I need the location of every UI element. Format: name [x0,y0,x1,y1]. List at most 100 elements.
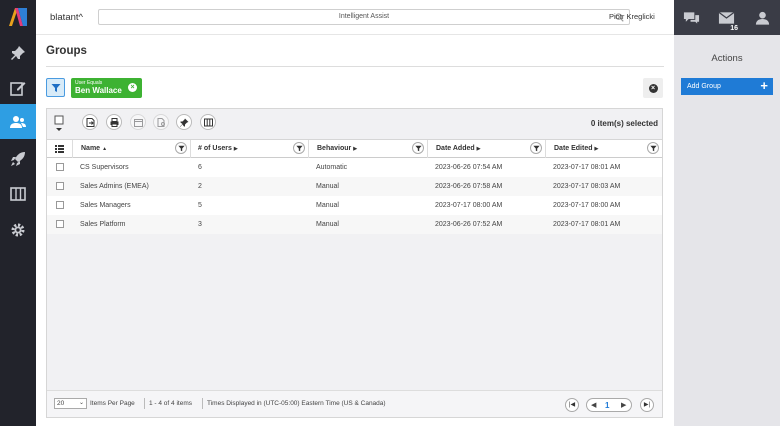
nav-groups-icon[interactable] [0,104,36,139]
cell-date-edited: 2023-07-17 08:03 AM [553,183,621,190]
table-row[interactable]: Sales Platform 3 Manual 2023-06-26 07:52… [47,215,662,234]
page-size-select[interactable]: 20 ⌄ [54,398,87,409]
cell-behaviour: Manual [316,202,339,209]
column-filter-icon[interactable] [412,142,424,154]
nav-pin-icon[interactable] [0,35,36,70]
cell-users: 2 [198,183,202,190]
add-group-label: Add Group [687,83,721,90]
table-row[interactable]: Sales Managers 5 Manual 2023-07-17 08:00… [47,196,662,215]
sort-indicator: ▶ [594,146,599,152]
calendar-icon[interactable] [130,114,146,130]
nav-rocket-icon[interactable] [0,141,36,176]
brand-name: blatant^ [50,12,83,23]
sort-indicator: ▶ [353,146,358,152]
table-row[interactable]: CS Supervisors 6 Automatic 2023-06-26 07… [47,158,662,177]
cell-behaviour: Manual [316,221,339,228]
column-filter-icon[interactable] [175,142,187,154]
column-filter-icon[interactable] [647,142,659,154]
column-label: Date Edited [554,145,593,152]
export-icon[interactable] [82,114,98,130]
column-label: Name [81,145,101,152]
sort-indicator: ▲ [102,146,108,152]
cell-behaviour: Manual [316,183,339,190]
column-filter-icon[interactable] [293,142,305,154]
remove-filter-icon[interactable]: × [128,83,137,92]
columns-icon[interactable] [200,114,216,130]
nav-columns-icon[interactable] [0,176,36,211]
list-options-icon[interactable] [55,145,64,153]
row-checkbox[interactable] [56,163,64,171]
cell-name[interactable]: CS Supervisors [80,164,129,171]
page-title: Groups [46,45,87,57]
filter-toggle-button[interactable] [46,78,65,97]
column-label: Date Added [436,145,475,152]
mail-icon[interactable]: 16 [709,0,744,35]
items-per-page-label: Items Per Page [90,400,135,407]
profile-icon[interactable] [745,0,780,35]
cell-behaviour: Automatic [316,164,348,171]
print-icon[interactable] [106,114,122,130]
select-all-dropdown-icon[interactable] [51,113,67,135]
cell-date-added: 2023-06-26 07:52 AM [435,221,503,228]
left-nav-rail [0,0,36,426]
nav-settings-icon[interactable] [0,212,36,247]
column-label: # of Users [198,145,232,152]
top-bar: blatant^ Intelligent Assist Piotr Kregli… [36,0,674,35]
search-value: Intelligent Assist [338,13,390,20]
chevron-down-icon: ⌄ [78,400,84,406]
page-size-value: 20 [57,400,65,407]
row-checkbox[interactable] [56,220,64,228]
cell-date-edited: 2023-07-17 08:01 AM [553,164,621,171]
clear-filters-button[interactable]: × [643,78,663,98]
column-header-users[interactable]: # of Users ▶ [190,140,308,158]
app-logo[interactable] [7,6,29,28]
actions-panel: Actions Add Group + [674,35,780,426]
nav-edit-icon[interactable] [0,70,36,105]
table-header: Name ▲ # of Users ▶ Behaviour ▶ Date Added ▶… [47,140,662,158]
cell-date-added: 2023-06-26 07:58 AM [435,183,503,190]
add-group-button[interactable]: Add Group + [681,78,773,95]
first-page-icon[interactable]: |◀ [565,398,579,412]
cell-date-edited: 2023-07-17 08:01 AM [553,221,621,228]
cell-date-added: 2023-06-26 07:54 AM [435,164,503,171]
next-page-icon[interactable]: ▶ [621,400,626,412]
divider [202,398,203,409]
timezone-note: Times Displayed in (UTC-05:00) Eastern T… [207,400,386,407]
table-row[interactable]: Sales Admins (EMEA) 2 Manual 2023-06-26 … [47,177,662,196]
page-navigator: ◀ 1 ▶ [586,398,632,412]
pager: 20 ⌄ Items Per Page 1 - 4 of 4 items Tim… [47,390,662,417]
cell-date-added: 2023-07-17 08:00 AM [435,202,503,209]
cell-name[interactable]: Sales Platform [80,221,126,228]
column-filter-icon[interactable] [530,142,542,154]
row-checkbox[interactable] [56,201,64,209]
cell-name[interactable]: Sales Managers [80,202,131,209]
cell-users: 6 [198,164,202,171]
cell-users: 3 [198,221,202,228]
top-right-tools: 16 [674,0,780,35]
cell-name[interactable]: Sales Admins (EMEA) [80,183,149,190]
row-checkbox[interactable] [56,182,64,190]
column-header-date-added[interactable]: Date Added ▶ [427,140,545,158]
actions-title: Actions [711,53,743,64]
grid-toolbar: 0 item(s) selected [47,109,662,140]
groups-grid: 0 item(s) selected Name ▲ # of Users ▶ Beh… [46,108,663,418]
column-header-date-edited[interactable]: Date Edited ▶ [545,140,662,158]
document-search-icon[interactable] [153,114,169,130]
divider [144,398,145,409]
last-page-icon[interactable]: ▶| [640,398,654,412]
chat-icon[interactable] [674,0,709,35]
mail-badge: 16 [730,25,738,32]
current-page[interactable]: 1 [605,400,609,412]
column-label: Behaviour [317,145,352,152]
pin-icon[interactable] [176,114,192,130]
filter-chip[interactable]: User Equals Ben Wallace × [71,78,142,98]
column-header-name[interactable]: Name ▲ [72,140,190,158]
close-icon: × [648,83,658,93]
prev-page-icon[interactable]: ◀ [591,400,596,412]
plus-icon: + [760,78,768,93]
column-header-behaviour[interactable]: Behaviour ▶ [308,140,427,158]
sort-indicator: ▶ [233,146,238,152]
search-input[interactable]: Intelligent Assist [98,9,630,25]
item-range: 1 - 4 of 4 items [149,400,192,407]
filter-icon [51,83,60,92]
